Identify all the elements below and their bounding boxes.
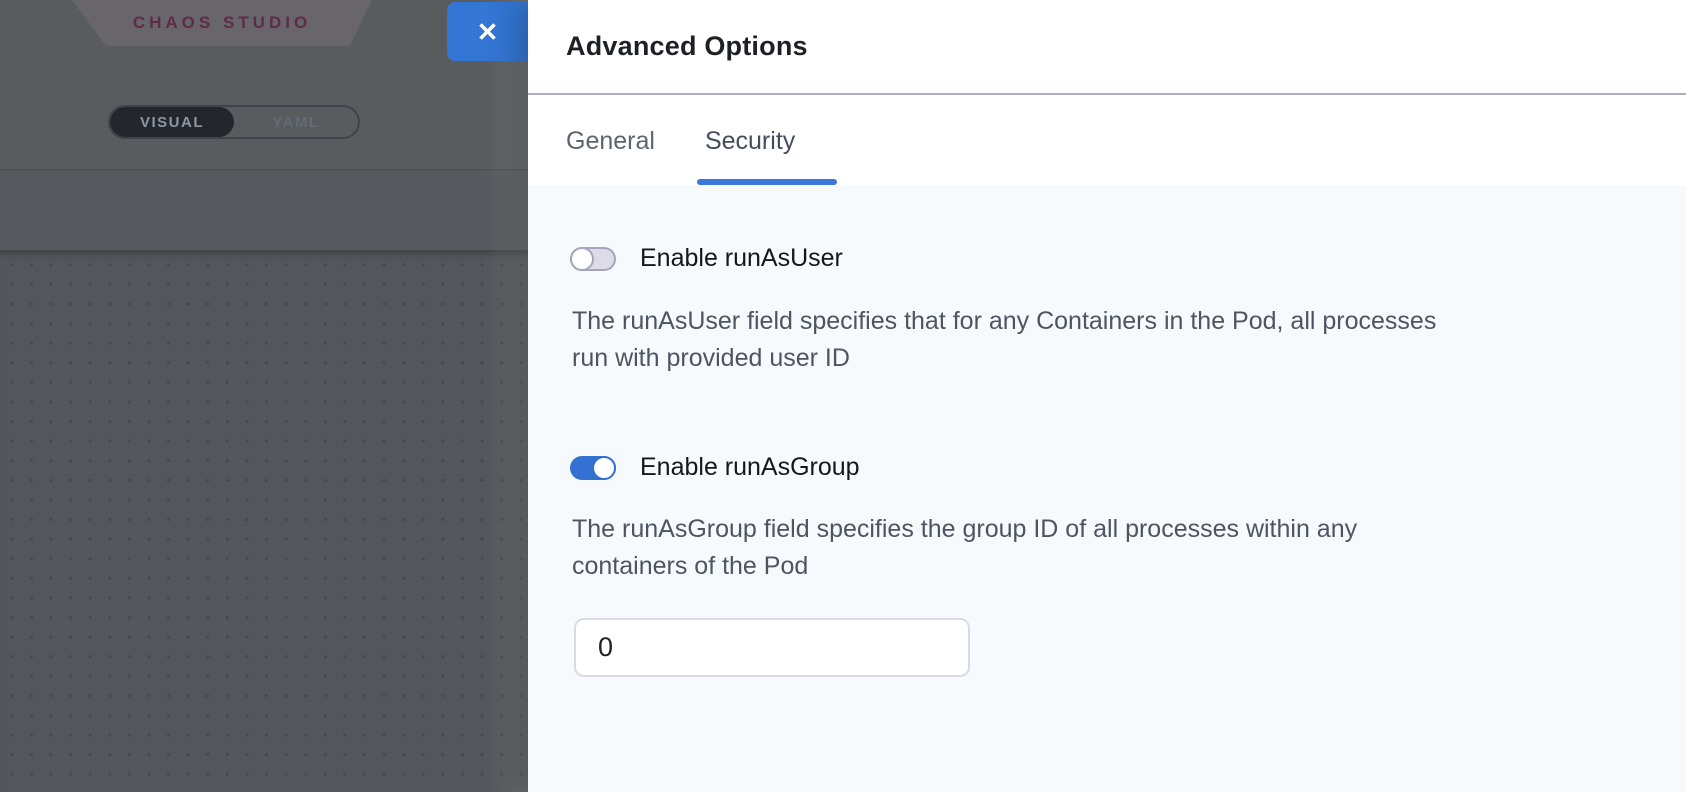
- enable-runasgroup-toggle[interactable]: [570, 456, 616, 480]
- drawer-header: Advanced Options: [528, 0, 1686, 95]
- drawer-shadow-gradient: [484, 0, 528, 792]
- run-as-user-description-line1: The runAsUser field specifies that for a…: [572, 303, 1436, 340]
- brand-title: CHAOS STUDIO: [133, 13, 311, 33]
- run-as-group-label: Enable runAsGroup: [640, 453, 860, 482]
- advanced-options-drawer: Advanced Options General Security Enable…: [528, 0, 1686, 792]
- chaos-studio-ribbon: CHAOS STUDIO: [72, 0, 372, 46]
- visual-tab-label: VISUAL: [140, 114, 204, 131]
- toggle-knob: [570, 247, 594, 271]
- visual-yaml-switcher[interactable]: VISUAL YAML: [108, 105, 360, 139]
- run-as-group-description-line1: The runAsGroup field specifies the group…: [572, 511, 1357, 548]
- run-as-user-description: The runAsUser field specifies that for a…: [572, 303, 1436, 377]
- run-as-group-row: Enable runAsGroup: [570, 453, 860, 482]
- visual-tab[interactable]: VISUAL: [110, 107, 234, 137]
- run-as-user-description-line2: run with provided user ID: [572, 340, 1436, 377]
- dotted-canvas: [0, 250, 528, 792]
- enable-runasuser-toggle[interactable]: [570, 247, 616, 271]
- security-tab-content: Enable runAsUser The runAsUser field spe…: [528, 185, 1686, 792]
- run-as-group-description: The runAsGroup field specifies the group…: [572, 511, 1357, 585]
- yaml-tab[interactable]: YAML: [234, 107, 358, 137]
- close-icon: ✕: [477, 19, 499, 45]
- toggle-knob: [592, 456, 616, 480]
- group-id-input[interactable]: [574, 618, 970, 677]
- tab-general[interactable]: General: [566, 127, 655, 156]
- canvas-toolbar-area: [0, 171, 528, 250]
- dimmed-background: CHAOS STUDIO VISUAL YAML: [0, 0, 528, 792]
- run-as-user-label: Enable runAsUser: [640, 244, 843, 273]
- close-drawer-button[interactable]: ✕: [447, 2, 528, 61]
- run-as-group-description-line2: containers of the Pod: [572, 548, 1357, 585]
- yaml-tab-label: YAML: [272, 114, 319, 131]
- tab-security[interactable]: Security: [705, 127, 795, 156]
- drawer-tab-bar: General Security: [528, 97, 1686, 185]
- drawer-title: Advanced Options: [566, 31, 808, 62]
- run-as-user-row: Enable runAsUser: [570, 244, 843, 273]
